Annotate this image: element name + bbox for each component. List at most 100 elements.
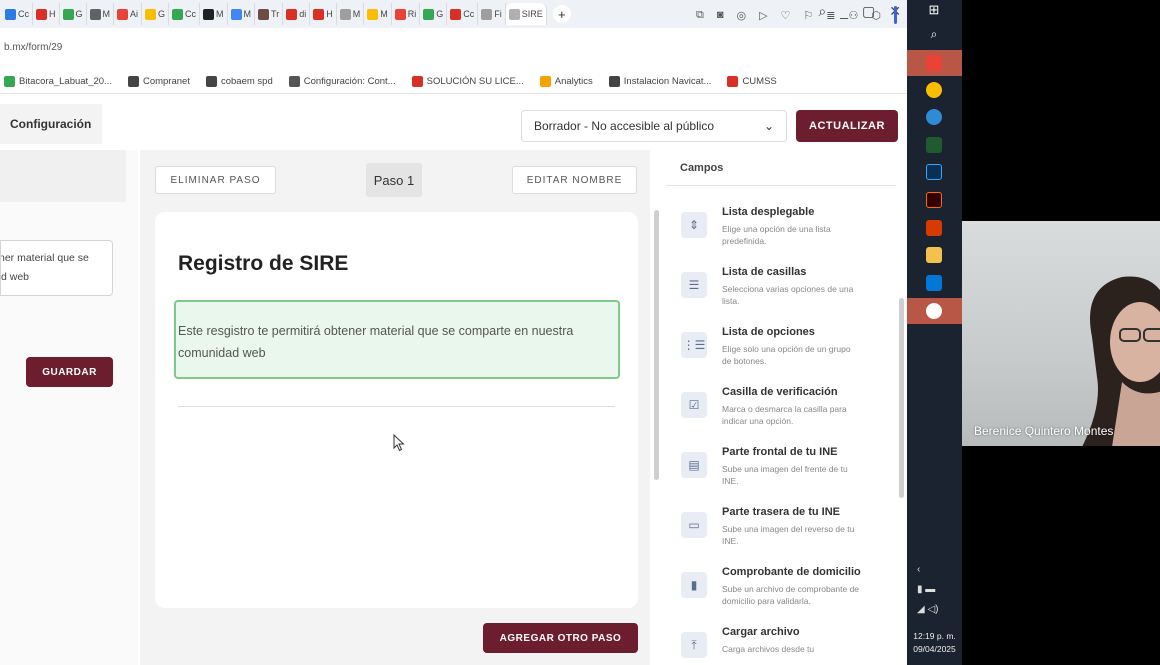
scrollbar-thumb[interactable] — [899, 298, 904, 498]
bookmark-label: Instalacion Navicat... — [623, 76, 712, 87]
bookmark-item[interactable]: Compranet — [127, 76, 190, 87]
description-textarea[interactable]: ner material que se d web — [0, 240, 113, 296]
bookmark-item[interactable]: CUMSS — [727, 76, 777, 87]
form-title[interactable]: Registro de SIRE — [178, 252, 348, 276]
form-description-field[interactable]: Este resgistro te permitirá obtener mate… — [174, 300, 620, 379]
office-icon[interactable] — [926, 220, 942, 236]
delete-step-button[interactable]: ELIMINAR PASO — [155, 166, 276, 194]
participant-video — [1082, 276, 1160, 446]
search-icon[interactable]: ⌕ — [926, 26, 942, 42]
field-type-title: Cargar archivo — [722, 626, 800, 638]
chrome-icon[interactable] — [926, 82, 942, 98]
status-select[interactable]: Borrador - No accesible al público ⌄ — [521, 110, 787, 142]
add-step-button[interactable]: AGREGAR OTRO PASO — [483, 623, 638, 653]
install-icon[interactable]: ⧉ — [696, 9, 704, 24]
browser-tab[interactable]: Ri — [392, 3, 421, 25]
edge-icon[interactable] — [926, 109, 942, 125]
browser-tab[interactable]: Tr — [255, 3, 284, 25]
browser-tab[interactable]: M — [337, 3, 365, 25]
field-type-item[interactable]: ⇕ Lista desplegable Elige una opción de un… — [666, 202, 892, 262]
field-type-item[interactable]: ▮ Comprobante de domicilio Sube un archivo… — [666, 562, 892, 622]
mic-icon[interactable]: ▮ ▬ — [917, 580, 939, 600]
address-bar[interactable]: b.mx/form/29 — [0, 30, 907, 64]
browser-tab[interactable]: M — [364, 3, 392, 25]
field-type-item[interactable]: ☑ Casilla de verificación Marca o desmarca… — [666, 382, 892, 442]
folder-icon[interactable] — [926, 247, 942, 263]
camera-icon[interactable]: ◙ — [717, 9, 724, 24]
center-scrollbar[interactable] — [652, 150, 662, 665]
bookmark-item[interactable]: cobaem spd — [205, 76, 273, 87]
bookmark-label: CUMSS — [742, 76, 777, 87]
chevron-left-icon[interactable]: ‹ — [917, 560, 939, 580]
browser-tab[interactable]: Cc — [169, 3, 201, 25]
field-type-description: Marca o desmarca la casilla para indicar… — [722, 404, 847, 426]
browser-tab[interactable]: di — [283, 3, 311, 25]
network-volume-icon[interactable]: ◢ ◁) — [917, 600, 939, 620]
taskbar-clock[interactable]: 12:19 p. m. 09/04/2025 — [907, 630, 962, 656]
save-button[interactable]: GUARDAR — [26, 357, 113, 387]
bookmark-icon — [4, 76, 15, 87]
menu-list-icon[interactable]: ≣ — [826, 9, 835, 24]
field-type-item[interactable]: ▭ Parte trasera de tu INE Sube una imagen … — [666, 502, 892, 562]
field-type-description: Sube una imagen del frente de tu INE. — [722, 464, 848, 486]
new-tab-button[interactable]: + — [552, 5, 571, 23]
tab-label: M — [243, 9, 252, 19]
browser-tab[interactable]: Fi — [478, 3, 506, 25]
browser-tab[interactable]: M — [87, 3, 115, 25]
field-type-item[interactable]: ☰ Lista de casillas Selecciona varias opci… — [666, 262, 892, 322]
terminal-icon[interactable] — [926, 137, 942, 153]
bookmarks-bar: Bitacora_Labuat_20... Compranet cobaem spd… — [0, 70, 907, 94]
browser-tab[interactable]: Cc — [2, 3, 33, 25]
bookmark-label: Compranet — [142, 76, 190, 87]
browser-tab[interactable]: Ai — [114, 3, 143, 25]
shield-icon[interactable]: ⬡ — [871, 9, 881, 24]
bookmark-item[interactable]: Instalacion Navicat... — [608, 76, 712, 87]
play-icon[interactable]: ▷ — [759, 9, 767, 24]
browser-tab[interactable]: M — [228, 3, 256, 25]
browser-tab[interactable]: G — [420, 3, 448, 25]
update-button[interactable]: ACTUALIZAR — [796, 110, 898, 142]
browser-tab[interactable]: M — [200, 3, 228, 25]
browser-tab[interactable]: G — [60, 3, 87, 25]
fields-scrollbar[interactable] — [896, 150, 907, 665]
toolbar-icons: ⧉ ◙ ◎ ▷ ♡ ⚐ ≣ ⚇ ⬡ — [696, 6, 897, 24]
tab-label: Ai — [130, 9, 139, 19]
field-type-description: Sube una imagen del reverso de tu INE. — [722, 524, 855, 546]
rename-step-button[interactable]: EDITAR NOMBRE — [512, 166, 637, 194]
bookmark-label: SOLUCIÓN SU LICE... — [426, 76, 524, 87]
app-icon-2[interactable] — [926, 303, 942, 319]
chevron-down-icon: ⌄ — [763, 119, 774, 133]
scrollbar-thumb[interactable] — [654, 210, 659, 480]
left-scrollbar[interactable] — [127, 150, 138, 665]
profile-icon[interactable]: ⚇ — [849, 9, 859, 24]
field-type-item[interactable]: ▤ Parte frontal de tu INE Sube una imagen … — [666, 442, 892, 502]
tab-favicon-icon — [36, 8, 47, 20]
field-type-item[interactable]: ⤒ Cargar archivo Carga archivos desde tu — [666, 622, 892, 665]
illustrator-icon[interactable] — [926, 192, 942, 208]
profile-accent — [894, 6, 897, 24]
tab-favicon-icon — [172, 8, 184, 20]
step-label[interactable]: Paso 1 — [366, 163, 422, 197]
bookmark-item[interactable]: Bitacora_Labuat_20... — [4, 76, 112, 87]
heart-icon[interactable]: ♡ — [781, 9, 791, 24]
step-editor: ELIMINAR PASO Paso 1 EDITAR NOMBRE Regis… — [140, 150, 659, 665]
photoshop-icon[interactable] — [926, 164, 942, 180]
bookmark-icon — [539, 76, 551, 87]
browser-tab[interactable]: SIRE — [505, 3, 547, 25]
browser-tab[interactable]: Cc — [447, 3, 479, 25]
app-icon-1[interactable] — [926, 55, 942, 71]
outlook-icon[interactable] — [926, 275, 942, 291]
browser-tab[interactable]: H — [33, 3, 60, 25]
options-list-icon: ⋮☰ — [681, 332, 707, 358]
url-text[interactable]: b.mx/form/29 — [4, 42, 62, 53]
browser-tab[interactable]: H — [310, 3, 337, 25]
extension-icon[interactable]: ⚐ — [803, 9, 813, 24]
bookmark-item[interactable]: Analytics — [539, 76, 593, 87]
browser-tab[interactable]: G — [142, 3, 170, 25]
bookmark-item[interactable]: SOLUCIÓN SU LICE... — [411, 76, 524, 87]
settings-icon[interactable]: ◎ — [736, 9, 746, 24]
tab-configuracion[interactable]: Configuración — [0, 104, 102, 144]
bookmark-item[interactable]: Configuración: Cont... — [288, 76, 396, 87]
windows-start-icon[interactable]: ⊞ — [926, 2, 942, 18]
field-type-item[interactable]: ⋮☰ Lista de opciones Elige solo una opción… — [666, 322, 892, 382]
